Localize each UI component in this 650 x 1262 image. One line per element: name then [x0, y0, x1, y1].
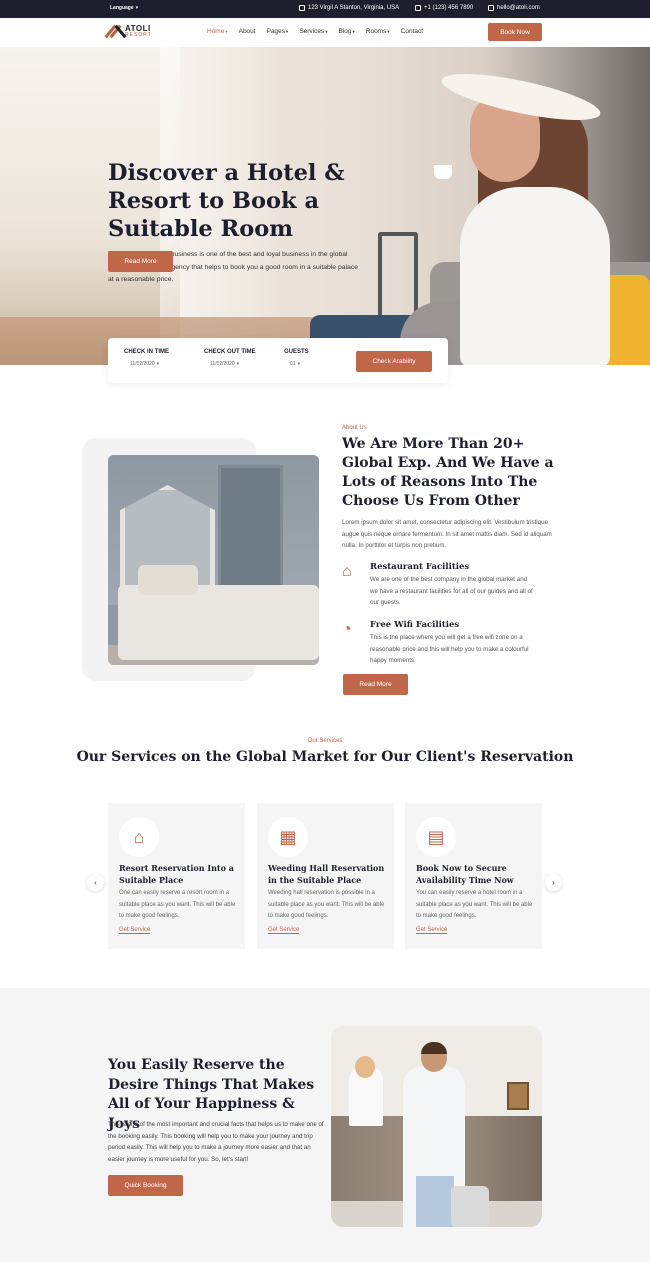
chevron-down-icon: ▾ [325, 29, 328, 34]
home-icon [299, 5, 305, 11]
phone-icon [415, 5, 421, 11]
logo-name: ATOLI [125, 24, 151, 33]
logo-mark-icon [104, 24, 127, 39]
chevron-down-icon: ▾ [297, 361, 301, 367]
building-icon: ▦ [268, 817, 308, 857]
restaurant-icon: ⌂ [342, 563, 352, 580]
guests-label: GUESTS [284, 349, 309, 355]
guests-field[interactable]: GUESTS 01 ▾ [284, 349, 309, 367]
calendar-icon: ▤ [416, 817, 456, 857]
quick-booking-button[interactable]: Quick Booking [108, 1175, 183, 1196]
logo[interactable]: ATOLI RESORT [104, 24, 152, 39]
address-text: 123 Virgil A Stanton, Virginia, USA [308, 5, 400, 11]
service-card-title: Resort Reservation Into a Suitable Place [119, 863, 234, 885]
logo-subtitle: RESORT [125, 32, 152, 38]
carousel-prev-button[interactable]: ‹ [87, 874, 104, 891]
service-card-title: Weeding Hall Reservation in the Suitable… [268, 863, 385, 885]
nav-item-rooms[interactable]: Rooms▾ [366, 28, 390, 35]
hero-woman-body [460, 187, 610, 365]
checkout-field[interactable]: CHECK OUT TIME 11/02/2020 ▾ [204, 349, 256, 367]
reserve-text: This is one of the most important and cr… [108, 1121, 324, 1163]
chevron-down-icon: ▾ [387, 29, 390, 34]
nav-item-pages[interactable]: Pages▾ [267, 28, 289, 35]
get-service-link[interactable]: Get Service [268, 927, 300, 934]
phone-info[interactable]: +1 (123) 456 7890 [415, 5, 473, 11]
nav-menu: Home▾ About Pages▾ Services▾ Blog▾ Rooms… [207, 28, 423, 35]
wifi-icon: ◔ [342, 621, 352, 638]
feature-text: This is the place where you will get a f… [370, 634, 529, 664]
check-availability-button[interactable]: Check Arability [356, 351, 432, 372]
chevron-down-icon: ▾ [135, 5, 139, 11]
nav-item-about[interactable]: About [239, 28, 256, 35]
about-read-more-button[interactable]: Read More [343, 674, 408, 695]
service-card: ▤ Book Now to Secure Availability Time N… [405, 803, 542, 949]
nav-item-blog[interactable]: Blog▾ [339, 28, 355, 35]
service-card-text: You can easily reserve a hotel room in a… [416, 890, 533, 919]
language-label: Language [110, 5, 134, 11]
chevron-down-icon: ▾ [352, 29, 355, 34]
chevron-down-icon: ▾ [225, 29, 228, 34]
get-service-link[interactable]: Get Service [119, 927, 151, 934]
nav-item-contact[interactable]: Contact [401, 28, 423, 35]
about-tag: About Us [342, 425, 367, 431]
mail-icon [488, 5, 494, 11]
reception-image [331, 1026, 542, 1227]
feature-text: We are one of the best company in the gl… [370, 576, 533, 606]
about-text: Lorem ipsum dolor sit amet, consectetur … [342, 519, 552, 549]
feature-title: Free Wifi Facilities [370, 620, 460, 630]
chevron-left-icon: ‹ [94, 878, 97, 887]
nav-item-home[interactable]: Home▾ [207, 28, 228, 35]
hero-suitcase-handle [378, 232, 418, 318]
hero-read-more-button[interactable]: Read More [108, 251, 173, 272]
phone-text: +1 (123) 456 7890 [424, 5, 474, 11]
guests-value: 01 ▾ [290, 361, 301, 367]
chevron-down-icon: ▾ [156, 361, 160, 367]
chevron-right-icon: › [552, 878, 555, 887]
chevron-down-icon: ▾ [236, 361, 240, 367]
hero-section: Discover a Hotel & Resort to Book a Suit… [0, 47, 650, 365]
checkout-label: CHECK OUT TIME [204, 349, 256, 355]
checkin-field[interactable]: CHECK IN TIME 11/02/2020 ▾ [124, 349, 169, 367]
checkin-label: CHECK IN TIME [124, 349, 169, 355]
carousel-next-button[interactable]: › [545, 874, 562, 891]
get-service-link[interactable]: Get Service [416, 927, 448, 934]
feature-title: Restaurant Facilities [370, 562, 470, 572]
checkin-value: 11/02/2020 ▾ [130, 361, 160, 367]
nav-item-services[interactable]: Services▾ [299, 28, 327, 35]
service-card-title: Book Now to Secure Availability Time Now [416, 863, 514, 885]
language-selector[interactable]: Language ▾ [108, 5, 138, 11]
booking-form: CHECK IN TIME 11/02/2020 ▾ CHECK OUT TIME… [108, 338, 448, 383]
hero-title: Discover a Hotel & Resort to Book a Suit… [108, 160, 345, 242]
about-bedroom-image [108, 455, 319, 665]
service-card-text: Weeding hall reservation is possible in … [268, 890, 385, 919]
service-card: ⌂ Resort Reservation Into a Suitable Pla… [108, 803, 245, 949]
chevron-down-icon: ▾ [286, 29, 289, 34]
main-nav: ATOLI RESORT Home▾ About Pages▾ Services… [0, 18, 650, 47]
email-info[interactable]: hello@atoli.com [488, 5, 540, 11]
top-bar: Language ▾ 123 Virgil A Stanton, Virginia… [0, 0, 650, 18]
service-card-text: One can easily reserve a resort room in … [119, 890, 236, 919]
service-card: ▦ Weeding Hall Reservation in the Suitab… [257, 803, 394, 949]
email-text: hello@atoli.com [497, 5, 540, 11]
about-title: We Are More Than 20+ Global Exp. And We … [342, 436, 554, 509]
hero-cup-image [434, 165, 452, 179]
resort-icon: ⌂ [119, 817, 159, 857]
services-title: Our Services on the Global Market for Ou… [76, 749, 574, 765]
book-now-button[interactable]: Book Now [488, 23, 542, 41]
checkout-value: 11/02/2020 ▾ [210, 361, 240, 367]
services-tag: Our Services [307, 738, 343, 744]
address-info: 123 Virgil A Stanton, Virginia, USA [299, 5, 399, 11]
